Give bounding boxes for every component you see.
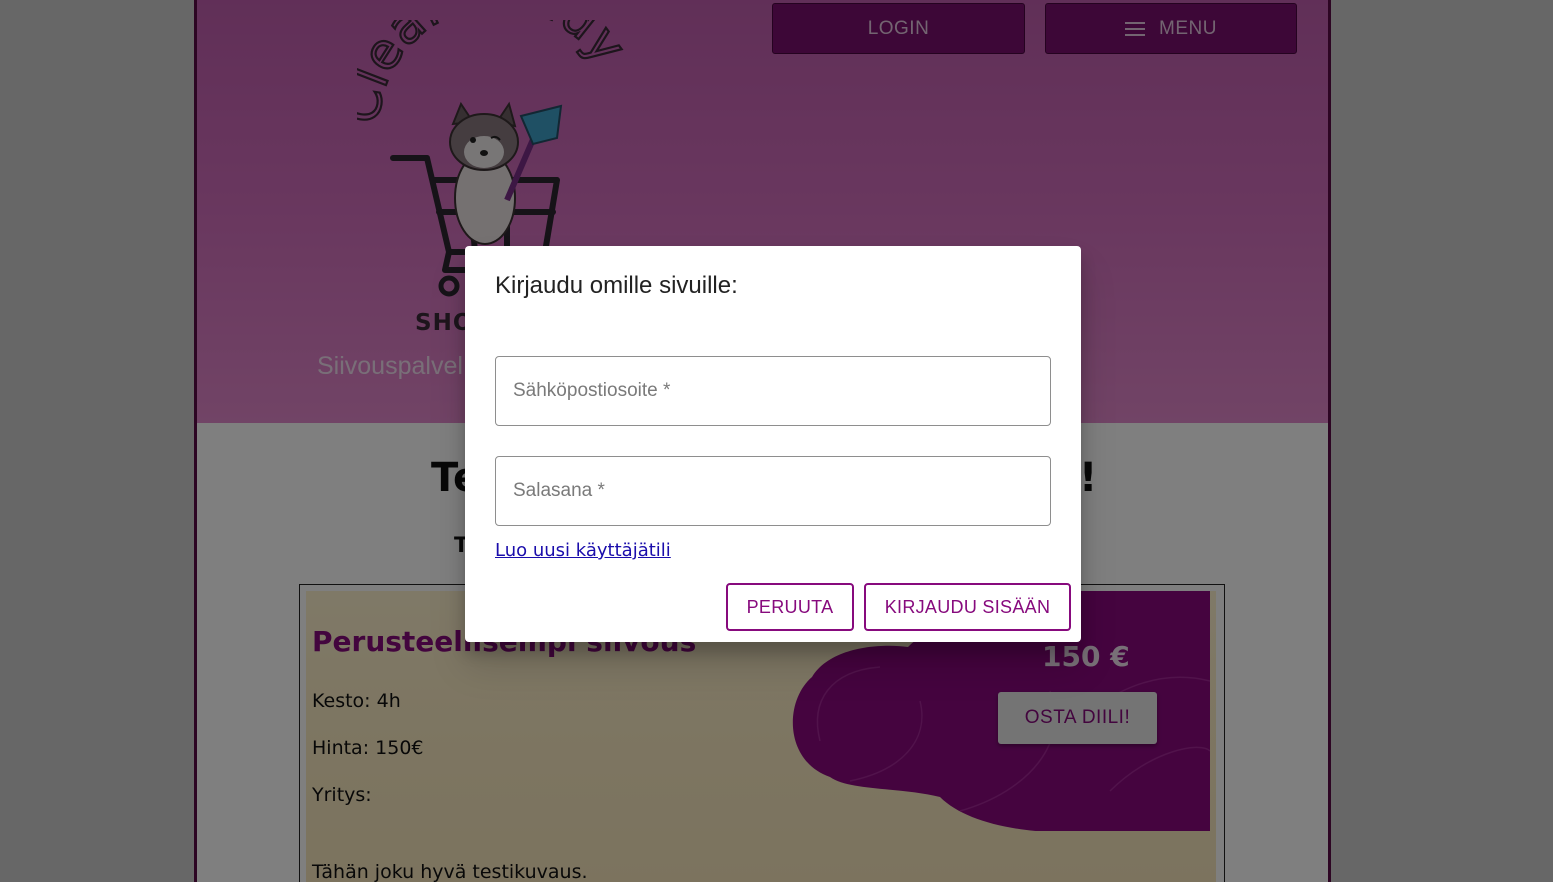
login-submit-button-label: KIRJAUDU SISÄÄN (884, 596, 1051, 617)
login-submit-button[interactable]: KIRJAUDU SISÄÄN (864, 583, 1071, 631)
page: LOGIN MENU CleanBuddy (0, 0, 1553, 882)
password-field-wrapper (495, 456, 1051, 526)
email-field[interactable] (496, 357, 1050, 425)
login-dialog: Kirjaudu omille sivuille: Luo uusi käytt… (465, 246, 1081, 642)
email-field-wrapper (495, 356, 1051, 426)
cancel-button-label: PERUUTA (746, 596, 834, 617)
dialog-title: Kirjaudu omille sivuille: (495, 272, 738, 299)
password-field[interactable] (496, 457, 1050, 525)
create-account-link[interactable]: Luo uusi käyttäjätili (495, 540, 671, 561)
cancel-button[interactable]: PERUUTA (726, 583, 854, 631)
